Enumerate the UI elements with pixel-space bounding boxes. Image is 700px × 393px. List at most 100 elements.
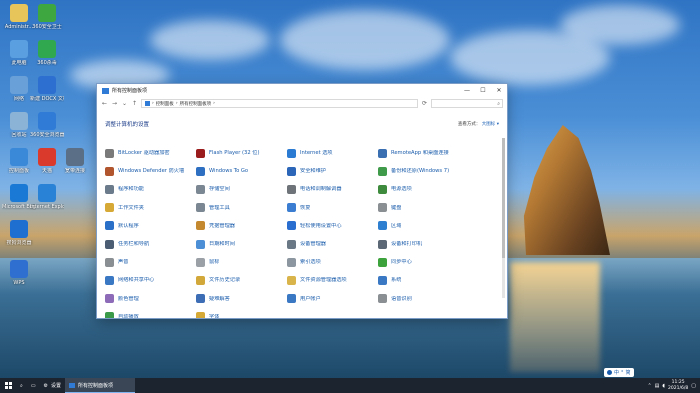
control-panel-item-label: 系统 xyxy=(391,277,402,284)
flag-icon xyxy=(287,166,296,176)
control-panel-item[interactable]: Windows Defender 防火墙 xyxy=(105,162,196,180)
control-panel-item[interactable]: 任务栏和导航 xyxy=(105,235,196,253)
desktop-icon[interactable]: 360安全浏览器 xyxy=(30,112,64,138)
chevron-down-icon[interactable]: ⌄ xyxy=(121,100,128,107)
control-panel-item[interactable]: 文件历史记录 xyxy=(196,271,287,289)
control-panel-item[interactable]: 恢复 xyxy=(287,199,378,217)
view-by[interactable]: 查看方式： 大图标 ▾ xyxy=(458,121,499,127)
ime-punct[interactable]: ° xyxy=(621,370,624,376)
control-panel-item[interactable]: 字体 xyxy=(196,308,287,318)
control-panel-item[interactable]: Windows To Go xyxy=(196,162,287,180)
back-icon[interactable]: ← xyxy=(101,100,108,107)
notification-icon[interactable]: ▢ xyxy=(691,383,696,389)
maximize-button[interactable]: ☐ xyxy=(475,84,491,97)
control-panel-item[interactable]: 存储空间 xyxy=(196,180,287,198)
taskbar-settings[interactable]: ⚙ 设置 xyxy=(40,378,66,393)
control-panel-item[interactable]: 疑难解答 xyxy=(196,290,287,308)
control-panel-item-label: 电源选项 xyxy=(391,186,412,193)
desktop-icon-label: 360安全卫士 xyxy=(32,24,62,30)
control-panel-item[interactable]: 索引选项 xyxy=(287,253,378,271)
ime-mode[interactable]: 中 xyxy=(614,369,619,376)
ease-of-access-icon xyxy=(287,221,296,231)
control-panel-item[interactable]: 轻松使用设置中心 xyxy=(287,217,378,235)
taskbar-control-panel-label: 所有控制面板项 xyxy=(78,382,114,389)
ime-toolbar[interactable]: 中 ° 简 xyxy=(604,368,634,377)
taskbar-control-panel[interactable]: 所有控制面板项 xyxy=(65,378,136,393)
control-panel-item[interactable]: 电话和调制解调器 xyxy=(287,180,378,198)
control-panel-item[interactable]: 声音 xyxy=(105,253,196,271)
desktop-icon[interactable]: 新建 DOCX 文档.docx xyxy=(30,76,64,102)
control-panel-item[interactable]: 程序和功能 xyxy=(105,180,196,198)
scrollbar[interactable] xyxy=(502,138,505,298)
clock[interactable]: 11:25 2021/6/8 xyxy=(668,380,688,392)
control-panel-item[interactable]: 颜色管理 xyxy=(105,290,196,308)
control-panel-item[interactable]: 区域 xyxy=(378,217,488,235)
chevron-up-icon[interactable]: ⌃ xyxy=(647,383,651,389)
360-browser-icon xyxy=(38,112,56,130)
speech-recognition-icon xyxy=(378,294,387,304)
control-panel-item[interactable]: Internet 选项 xyxy=(287,144,378,162)
desktop-icon[interactable]: 360杀毒 xyxy=(30,40,64,66)
network-icon[interactable]: ▤ xyxy=(655,383,660,389)
control-panel-item[interactable]: Flash Player (32 位) xyxy=(196,144,287,162)
control-panel-item[interactable]: 设备和打印机 xyxy=(378,235,488,253)
desktop-icon[interactable]: WPS xyxy=(2,260,36,286)
control-panel-item[interactable]: 备份和还原(Windows 7) xyxy=(378,162,488,180)
task-view-button[interactable]: ▭ xyxy=(27,378,40,393)
control-panel-item-label: 电话和调制解调器 xyxy=(300,186,342,193)
control-panel-item[interactable]: 凭据管理器 xyxy=(196,217,287,235)
control-panel-item[interactable]: 网络和共享中心 xyxy=(105,271,196,289)
control-panel-item[interactable]: BitLocker 驱动器加密 xyxy=(105,144,196,162)
breadcrumb-control-panel[interactable]: 控制面板 xyxy=(156,101,174,107)
control-panel-item-label: 语音识别 xyxy=(391,295,412,302)
ime-script[interactable]: 简 xyxy=(626,369,631,376)
control-panel-item[interactable]: 语音识别 xyxy=(378,290,488,308)
control-panel-item-label: 程序和功能 xyxy=(118,186,144,193)
power-options-icon xyxy=(378,184,387,194)
control-panel-item[interactable]: 设备管理器 xyxy=(287,235,378,253)
control-panel-item[interactable]: RemoteApp 和桌面连接 xyxy=(378,144,488,162)
windows-to-go-icon xyxy=(196,166,205,176)
control-panel-item[interactable]: 电源选项 xyxy=(378,180,488,198)
search-input[interactable]: ⌕ xyxy=(431,99,503,108)
control-panel-item[interactable]: 自动播放 xyxy=(105,308,196,318)
control-panel-item-label: Flash Player (32 位) xyxy=(209,150,260,157)
control-panel-item[interactable]: 用户帐户 xyxy=(287,290,378,308)
breadcrumb-all-items[interactable]: 所有控制面板项 xyxy=(180,101,212,107)
volume-icon[interactable]: ◖ xyxy=(662,383,665,389)
control-panel-item[interactable]: 日期和时间 xyxy=(196,235,287,253)
desktop-icon[interactable]: 搜狗浏览器 xyxy=(2,220,36,246)
desktop-icon[interactable]: Internet Explorer xyxy=(30,184,64,210)
scrollbar-thumb[interactable] xyxy=(502,138,505,258)
view-by-value[interactable]: 大图标 ▾ xyxy=(482,122,499,127)
desktop-icon[interactable]: 360安全卫士 xyxy=(30,4,64,30)
search-icon: ⌕ xyxy=(20,382,23,389)
address-bar[interactable]: › 控制面板 › 所有控制面板项 › xyxy=(141,99,418,108)
desktop-icon[interactable]: 宽带连接 xyxy=(58,148,92,174)
control-panel-item[interactable]: 系统 xyxy=(378,271,488,289)
close-button[interactable]: ✕ xyxy=(491,84,507,97)
control-panel-item[interactable]: 管理工具 xyxy=(196,199,287,217)
up-icon[interactable]: ↑ xyxy=(131,100,138,107)
title-bar[interactable]: 所有控制面板项 — ☐ ✕ xyxy=(97,84,507,97)
control-panel-window[interactable]: 所有控制面板项 — ☐ ✕ ← → ⌄ ↑ › 控制面板 › 所有控制面板项 ›… xyxy=(97,84,507,318)
control-panel-item[interactable]: 工作文件夹 xyxy=(105,199,196,217)
forward-icon[interactable]: → xyxy=(111,100,118,107)
refresh-icon[interactable]: ⟳ xyxy=(421,100,428,107)
control-panel-item[interactable]: 同步中心 xyxy=(378,253,488,271)
control-panel-item[interactable]: 键盘 xyxy=(378,199,488,217)
control-panel-item[interactable]: 安全和维护 xyxy=(287,162,378,180)
control-panel-item[interactable]: 鼠标 xyxy=(196,253,287,271)
recovery-icon xyxy=(287,203,296,213)
edge-icon xyxy=(10,184,28,202)
minimize-button[interactable]: — xyxy=(459,84,475,97)
control-panel-item[interactable]: 默认程序 xyxy=(105,217,196,235)
control-panel-item-label: 轻松使用设置中心 xyxy=(300,222,342,229)
desktop-icon-label: 宽带连接 xyxy=(64,168,85,174)
taskbar-nav-icon xyxy=(105,239,114,249)
start-button[interactable] xyxy=(0,378,16,393)
search-button[interactable]: ⌕ xyxy=(16,378,27,393)
sound-icon xyxy=(105,257,114,267)
control-panel-item[interactable]: 文件资源管理器选项 xyxy=(287,271,378,289)
control-panel-item-label: 安全和维护 xyxy=(300,168,326,175)
